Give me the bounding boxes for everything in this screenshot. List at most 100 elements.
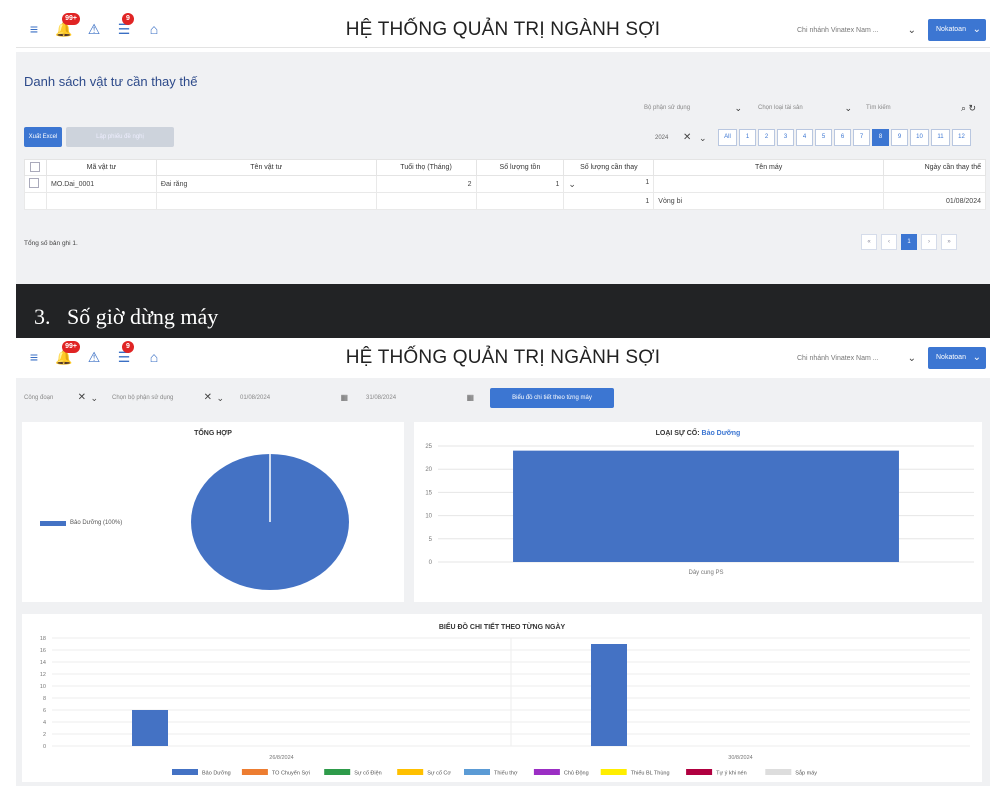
stage-filter-value: Công đoạn (24, 395, 54, 401)
y-tick-label: 2 (43, 732, 46, 738)
page-button[interactable]: » (941, 234, 957, 250)
legend-label[interactable]: Bảo Dưỡng (202, 771, 231, 777)
row-checkbox[interactable] (29, 178, 39, 188)
col-name: Tên vật tư (155, 159, 377, 176)
cell-need: 1 (563, 192, 655, 210)
month-button[interactable]: 12 (952, 129, 971, 146)
y-tick-label: 6 (43, 708, 46, 714)
legend-label[interactable]: Sự cố Điện (354, 771, 382, 777)
asset-type-filter[interactable]: Chọn loại tài sản ⌄ (752, 98, 856, 118)
dept-filter[interactable]: Chọn bộ phận sử dụng ✕ ⌄ (108, 388, 228, 408)
summary-chart-card: TỔNG HỢP Bảo Dưỡng (100%) (22, 422, 404, 602)
legend-swatch[interactable] (600, 769, 627, 775)
cell-code: MO.Dai_0001 (45, 175, 157, 193)
page-button[interactable]: « (861, 234, 877, 250)
page-button[interactable]: ‹ (881, 234, 897, 250)
chevron-down-icon: ⌄ (907, 25, 916, 36)
month-button[interactable]: 10 (910, 129, 929, 146)
calendar-icon[interactable]: ▦ (466, 388, 474, 408)
month-button[interactable]: 8 (872, 129, 889, 146)
date-from-input[interactable]: 01/08/2024 ▦ (236, 388, 354, 408)
search-input[interactable]: Tìm kiếm ⌕ ↻ (860, 98, 980, 118)
col-stock: Số lượng tồn (475, 159, 565, 176)
pagination: «‹ 1 ›» (861, 234, 957, 250)
y-tick-label: 12 (40, 672, 46, 678)
legend-swatch[interactable] (397, 769, 424, 775)
legend-swatch[interactable] (324, 769, 351, 775)
month-button[interactable]: 6 (834, 129, 851, 146)
y-tick-label: 0 (43, 744, 46, 750)
month-button[interactable]: 1 (739, 129, 756, 146)
select-all-cell (24, 159, 47, 176)
date-from-value: 01/08/2024 (240, 395, 271, 401)
page-title: Danh sách vật tư cần thay thế (24, 74, 198, 89)
machine-detail-chart-button[interactable]: Biểu đồ chi tiết theo từng máy (490, 388, 614, 408)
col-need: Số lượng cần thay (563, 159, 655, 176)
x-tick-label: 30/8/2024 (728, 755, 752, 761)
materials-table: Mã vật tư Tên vật tư Tuổi thọ (Tháng) Số… (24, 159, 986, 210)
refresh-icon[interactable]: ↻ (968, 98, 976, 118)
app-header: ≡ 🔔 99+ ⚠ ☰ 9 ⌂ HỆ THỐNG QUẢN TRỊ NGÀNH SỢ… (16, 338, 990, 376)
month-button[interactable]: All (718, 129, 737, 146)
legend-swatch[interactable] (464, 769, 490, 775)
export-excel-button[interactable]: Xuất Excel (24, 127, 62, 147)
chevron-down-icon: ⌄ (734, 103, 742, 113)
month-button[interactable]: 9 (891, 129, 908, 146)
legend-label[interactable]: Chủ Động (564, 770, 589, 777)
user-menu[interactable]: Nokatoan ⌄ (928, 19, 986, 41)
chevron-down-icon: ⌄ (216, 393, 224, 403)
expand-chevron-icon[interactable]: ⌄ (568, 179, 576, 189)
stage-filter[interactable]: Công đoạn ✕ ⌄ (20, 388, 102, 408)
legend-label[interactable]: Sự cố Cơ (427, 771, 451, 777)
search-icon[interactable]: ⌕ (961, 98, 966, 118)
y-tick-label: 18 (40, 636, 46, 642)
dept-filter[interactable]: Bộ phận sử dụng ⌄ (638, 98, 746, 118)
clear-icon[interactable]: ✕ (204, 388, 212, 408)
branch-select[interactable]: Chi nhánh Vinatex Nam ... ⌄ (786, 19, 921, 41)
user-menu[interactable]: Nokatoan ⌄ (928, 347, 986, 369)
y-tick-label: 4 (43, 720, 46, 726)
month-button[interactable]: 11 (931, 129, 950, 146)
page-button[interactable]: › (921, 234, 937, 250)
table-row[interactable]: MO.Dai_0001 Đai răng 2 1 ⌄ 1 (24, 175, 986, 193)
legend-swatch[interactable] (172, 769, 198, 775)
legend-swatch[interactable] (533, 769, 560, 775)
clear-icon[interactable]: ✕ (683, 129, 691, 147)
bar[interactable] (513, 450, 899, 562)
calendar-icon[interactable]: ▦ (340, 388, 348, 408)
y-tick-label: 0 (429, 560, 433, 566)
legend-label[interactable]: Tự ý khi nén (716, 771, 747, 777)
pie-chart (191, 454, 349, 590)
clear-icon[interactable]: ✕ (78, 388, 86, 408)
year-select[interactable]: 2024 ✕ ⌄ (651, 129, 713, 147)
legend-label[interactable]: Sắp máy (795, 770, 817, 777)
bar[interactable] (132, 710, 168, 746)
daily-detail-chart-card: BIỂU ĐỒ CHI TIẾT THEO TỪNG NGÀY 0 2 4 6 8 10 1… (22, 614, 982, 782)
incident-type-bar-chart: 0 5 10 15 20 25 Dây cung PS (425, 444, 974, 576)
y-tick-label: 16 (40, 648, 46, 654)
legend-label[interactable]: Thiếu thợ (494, 771, 518, 777)
month-button[interactable]: 4 (796, 129, 813, 146)
legend-swatch[interactable] (241, 769, 268, 775)
legend-swatch[interactable] (686, 769, 713, 775)
month-button[interactable]: 7 (853, 129, 870, 146)
branch-select[interactable]: Chi nhánh Vinatex Nam ... ⌄ (786, 347, 921, 369)
page-button[interactable]: 1 (901, 234, 917, 250)
cell-name: Đai răng (155, 175, 377, 193)
date-to-input[interactable]: 31/08/2024 ▦ (362, 388, 480, 408)
select-all-checkbox[interactable] (30, 161, 41, 172)
legend-label[interactable]: Thiếu BL Thùng (631, 771, 670, 777)
app-header: ≡ 🔔 99+ ⚠ ☰ 9 ⌂ HỆ THỐNG QUẢN TRỊ NGÀNH SỢ… (16, 10, 990, 48)
legend-swatch[interactable] (765, 769, 792, 775)
month-button[interactable]: 5 (815, 129, 832, 146)
month-button[interactable]: 3 (777, 129, 794, 146)
table-row[interactable]: 1 Vòng bi 01/08/2024 (24, 192, 986, 210)
month-button[interactable]: 2 (758, 129, 775, 146)
bar[interactable] (591, 644, 627, 746)
cell-need-value: 1 (645, 178, 650, 186)
cell-need[interactable]: ⌄ 1 (563, 175, 655, 193)
total-records: Tổng số bản ghi 1. (24, 240, 78, 247)
chevron-down-icon: ⌄ (699, 133, 707, 143)
cell-life: 2 (375, 175, 477, 193)
legend-label[interactable]: TO Chuyển Sợi (272, 770, 310, 777)
